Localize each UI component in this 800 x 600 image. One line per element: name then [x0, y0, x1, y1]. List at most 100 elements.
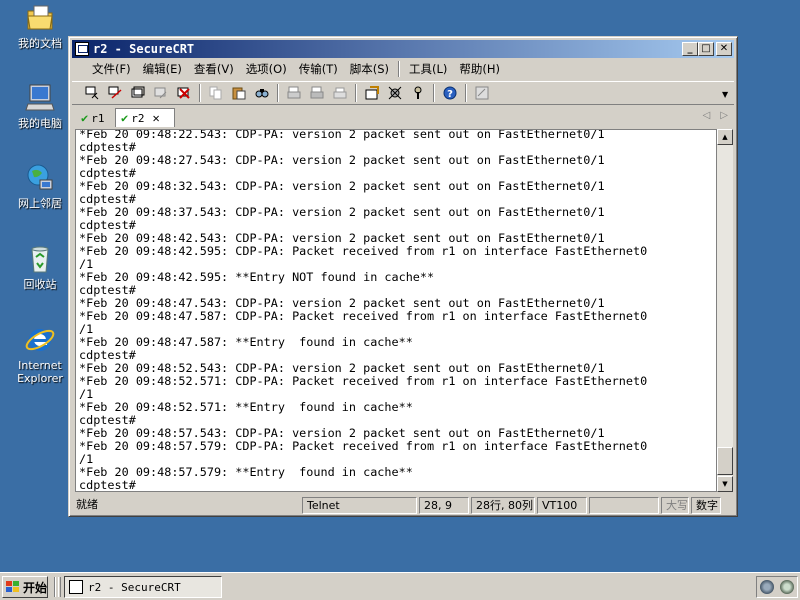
- reconnect-button[interactable]: [151, 83, 171, 103]
- global-options-button[interactable]: [385, 83, 405, 103]
- desktop-icon-label: Internet: [18, 359, 62, 372]
- terminal-line: *Feb 20 09:48:32.543: CDP-PA: version 2 …: [79, 179, 605, 193]
- taskbar-item-securecrt[interactable]: r2 - SecureCRT: [64, 576, 222, 598]
- key-manager-button[interactable]: [408, 83, 428, 103]
- maximize-button[interactable]: □: [698, 42, 714, 56]
- menu-transfer[interactable]: 传输(T): [293, 61, 344, 77]
- find-button[interactable]: [252, 83, 272, 103]
- terminal-line: *Feb 20 09:48:42.595: **Entry NOT found …: [79, 270, 435, 284]
- desktop-icon-label: 我的电脑: [18, 117, 62, 130]
- toolbar-separator: [465, 84, 467, 102]
- terminal-line: *Feb 20 09:48:57.579: CDP-PA: Packet rec…: [79, 439, 648, 453]
- sftp-button[interactable]: [472, 83, 492, 103]
- scroll-up-icon[interactable]: ▲: [717, 129, 733, 145]
- status-rows-cols: 28行, 80列: [471, 497, 535, 514]
- taskbar-handle[interactable]: [58, 577, 61, 597]
- desktop-icon-my-computer[interactable]: 我的电脑: [8, 82, 72, 130]
- terminal-line: *Feb 20 09:48:42.595: CDP-PA: Packet rec…: [79, 244, 648, 258]
- session-tabbar: ✔ r1 ✔ r2 ✕ ◁ ▷: [72, 107, 734, 127]
- menu-script[interactable]: 脚本(S): [344, 61, 395, 77]
- toolbar: ? ▼: [72, 81, 734, 105]
- quick-connect-button[interactable]: [105, 83, 125, 103]
- menu-tools[interactable]: 工具(L): [403, 61, 453, 77]
- terminal-line: *Feb 20 09:48:27.543: CDP-PA: version 2 …: [79, 153, 605, 167]
- connected-check-icon: ✔: [121, 111, 129, 125]
- tab-label: r2: [131, 111, 145, 125]
- terminal-lines: *Feb 20 09:48:22.543: CDP-PA: version 2 …: [76, 129, 716, 491]
- svg-text:?: ?: [447, 89, 453, 100]
- my-computer-icon: [24, 82, 56, 114]
- status-num-lock: 数字: [691, 497, 721, 514]
- copy-button[interactable]: [206, 83, 226, 103]
- window-title: r2 - SecureCRT: [93, 42, 195, 56]
- scrollbar-thumb[interactable]: [717, 447, 733, 475]
- start-button[interactable]: 开始: [2, 576, 48, 598]
- recycle-bin-icon: [24, 243, 56, 275]
- connected-check-icon: ✔: [81, 111, 89, 125]
- windows-logo-icon: [6, 581, 20, 593]
- status-emulation: VT100: [537, 497, 587, 514]
- window-titlebar[interactable]: r2 - SecureCRT _ □ ✕: [72, 40, 734, 58]
- terminal-line: *Feb 20 09:48:52.571: **Entry found in c…: [79, 400, 413, 414]
- menu-edit[interactable]: 编辑(E): [137, 61, 188, 77]
- desktop-icon-label: 我的文档: [18, 37, 62, 50]
- securecrt-app-icon: [75, 42, 89, 56]
- status-cursor-position: 28, 9: [419, 497, 469, 514]
- scroll-down-icon[interactable]: ▼: [717, 476, 733, 492]
- desktop-icon-label: 网上邻居: [18, 197, 62, 210]
- desktop-icon-recycle-bin[interactable]: 回收站: [8, 243, 72, 291]
- menu-view[interactable]: 查看(V): [188, 61, 240, 77]
- terminal-scrollbar[interactable]: ▲ ▼: [717, 129, 733, 492]
- securecrt-task-icon: [69, 580, 83, 594]
- tab-label: r1: [91, 111, 105, 125]
- tab-scroll-right-icon[interactable]: ▷: [720, 110, 728, 121]
- desktop-icon-network[interactable]: 网上邻居: [8, 162, 72, 210]
- tray-network-icon[interactable]: [760, 580, 774, 594]
- toolbar-overflow-icon[interactable]: ▼: [722, 90, 730, 100]
- status-caps-lock: 大写: [661, 497, 689, 514]
- print-button[interactable]: [330, 83, 350, 103]
- close-button[interactable]: ✕: [716, 42, 732, 56]
- desktop-icon-internet-explorer[interactable]: Internet Explorer: [8, 324, 72, 385]
- connect-button[interactable]: [82, 83, 102, 103]
- toolbar-separator: [199, 84, 201, 102]
- taskbar: 开始 r2 - SecureCRT: [0, 572, 800, 600]
- print-screen-button[interactable]: [284, 83, 304, 103]
- menu-file[interactable]: 文件(F): [86, 61, 137, 77]
- tab-scroll-left-icon[interactable]: ◁: [703, 110, 711, 121]
- connect-in-tab-button[interactable]: [128, 83, 148, 103]
- taskbar-separator: [54, 577, 56, 597]
- statusbar: 就绪 Telnet 28, 9 28行, 80列 VT100 大写 数字: [72, 496, 734, 515]
- start-label: 开始: [23, 580, 48, 595]
- session-options-button[interactable]: [362, 83, 382, 103]
- terminal-line: *Feb 20 09:48:57.579: **Entry found in c…: [79, 465, 413, 479]
- tab-r1[interactable]: ✔ r1: [76, 109, 114, 127]
- terminal-line: *Feb 20 09:48:52.571: CDP-PA: Packet rec…: [79, 374, 648, 388]
- menu-separator: [398, 61, 400, 77]
- minimize-button[interactable]: _: [682, 42, 698, 56]
- tab-close-icon[interactable]: ✕: [152, 111, 159, 125]
- terminal-line: *Feb 20 09:48:22.543: CDP-PA: version 2 …: [79, 129, 605, 141]
- status-protocol: Telnet: [302, 497, 417, 514]
- menubar: 文件(F) 编辑(E) 查看(V) 选项(O) 传输(T) 脚本(S) 工具(L…: [72, 59, 734, 79]
- menu-options[interactable]: 选项(O): [240, 61, 293, 77]
- disconnect-button[interactable]: [174, 83, 194, 103]
- terminal-line: *Feb 20 09:48:37.543: CDP-PA: version 2 …: [79, 205, 605, 219]
- securecrt-window: r2 - SecureCRT _ □ ✕ 文件(F) 编辑(E) 查看(V) 选…: [68, 36, 738, 517]
- toolbar-separator: [355, 84, 357, 102]
- terminal-output[interactable]: *Feb 20 09:48:22.543: CDP-PA: version 2 …: [75, 129, 717, 492]
- tray-connection-icon[interactable]: [780, 580, 794, 594]
- terminal-line: *Feb 20 09:48:47.587: CDP-PA: Packet rec…: [79, 309, 648, 323]
- tab-r2[interactable]: ✔ r2 ✕: [115, 108, 175, 127]
- network-places-icon: [24, 162, 56, 194]
- desktop-icon-label: Explorer: [17, 372, 63, 385]
- print-selection-button[interactable]: [307, 83, 327, 103]
- desktop-icon-my-documents[interactable]: 我的文档: [8, 2, 72, 50]
- help-button[interactable]: ?: [440, 83, 460, 103]
- menu-help[interactable]: 帮助(H): [453, 61, 506, 77]
- terminal-line: *Feb 20 09:48:47.587: **Entry found in c…: [79, 335, 413, 349]
- internet-explorer-icon: [24, 324, 56, 356]
- paste-button[interactable]: [229, 83, 249, 103]
- status-ready: 就绪: [76, 498, 98, 511]
- toolbar-separator: [277, 84, 279, 102]
